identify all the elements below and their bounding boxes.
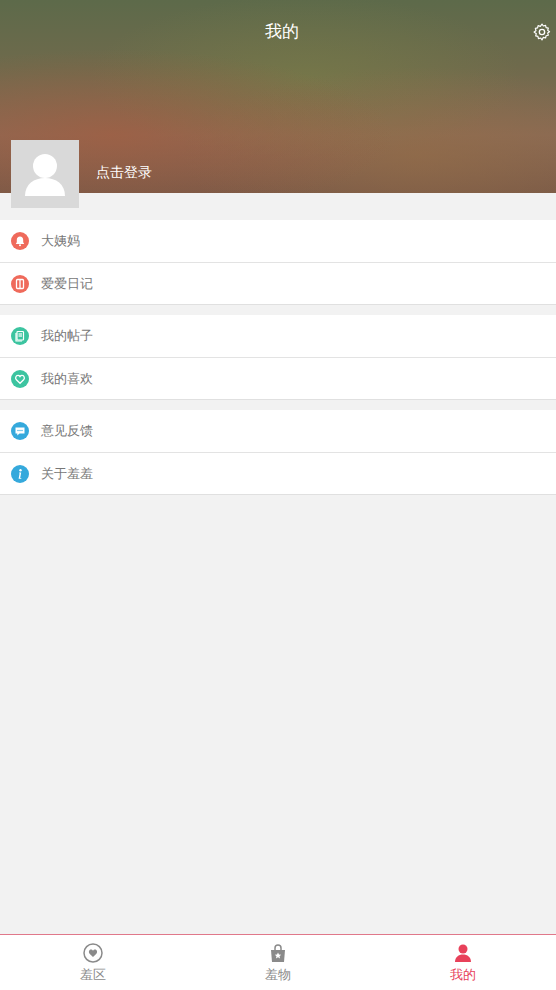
menu-label: 大姨妈	[41, 232, 80, 250]
menu-row[interactable]: 大姨妈	[0, 220, 556, 262]
menu-row[interactable]: 我的喜欢	[0, 357, 556, 399]
tab-bar: 羞区 羞物 我的	[0, 934, 556, 990]
tab-item[interactable]: 我的	[371, 935, 556, 990]
menu-row[interactable]: 我的帖子	[0, 315, 556, 357]
menu-row[interactable]: 爱爱日记	[0, 262, 556, 304]
page-title: 我的	[265, 20, 299, 43]
top-bar: 我的	[0, 0, 556, 43]
avatar[interactable]	[11, 140, 79, 208]
menu-group: 大姨妈爱爱日记	[0, 220, 556, 305]
doc-icon	[11, 327, 29, 345]
profile-page: 我的点击登录大姨妈爱爱日记我的帖子我的喜欢意见反馈关于羞羞羞区羞物我的	[0, 0, 556, 990]
menu-content: 大姨妈爱爱日记我的帖子我的喜欢意见反馈关于羞羞	[0, 193, 556, 934]
person-icon	[452, 942, 474, 964]
info-icon	[11, 465, 29, 483]
menu-label: 我的喜欢	[41, 370, 93, 388]
book-icon	[11, 275, 29, 293]
menu-group: 意见反馈关于羞羞	[0, 410, 556, 495]
heart-icon	[11, 370, 29, 388]
bell-icon	[11, 232, 29, 250]
avatar-person-icon	[11, 140, 79, 208]
menu-label: 关于羞羞	[41, 465, 93, 483]
login-link[interactable]: 点击登录	[96, 164, 152, 184]
menu-row[interactable]: 意见反馈	[0, 410, 556, 452]
tab-label: 羞区	[80, 966, 106, 984]
menu-row[interactable]: 关于羞羞	[0, 452, 556, 494]
chat-icon	[11, 422, 29, 440]
profile-header: 我的点击登录	[0, 0, 556, 193]
menu-group: 我的帖子我的喜欢	[0, 315, 556, 400]
gear-icon[interactable]	[532, 22, 552, 42]
tab-label: 我的	[450, 966, 476, 984]
tab-item[interactable]: 羞区	[0, 935, 185, 990]
profile-row[interactable]: 点击登录	[0, 140, 556, 208]
bag-icon	[267, 942, 289, 964]
zone-icon	[82, 942, 104, 964]
tab-item[interactable]: 羞物	[185, 935, 370, 990]
tab-label: 羞物	[265, 966, 291, 984]
menu-label: 爱爱日记	[41, 275, 93, 293]
menu-label: 意见反馈	[41, 422, 93, 440]
menu-label: 我的帖子	[41, 327, 93, 345]
